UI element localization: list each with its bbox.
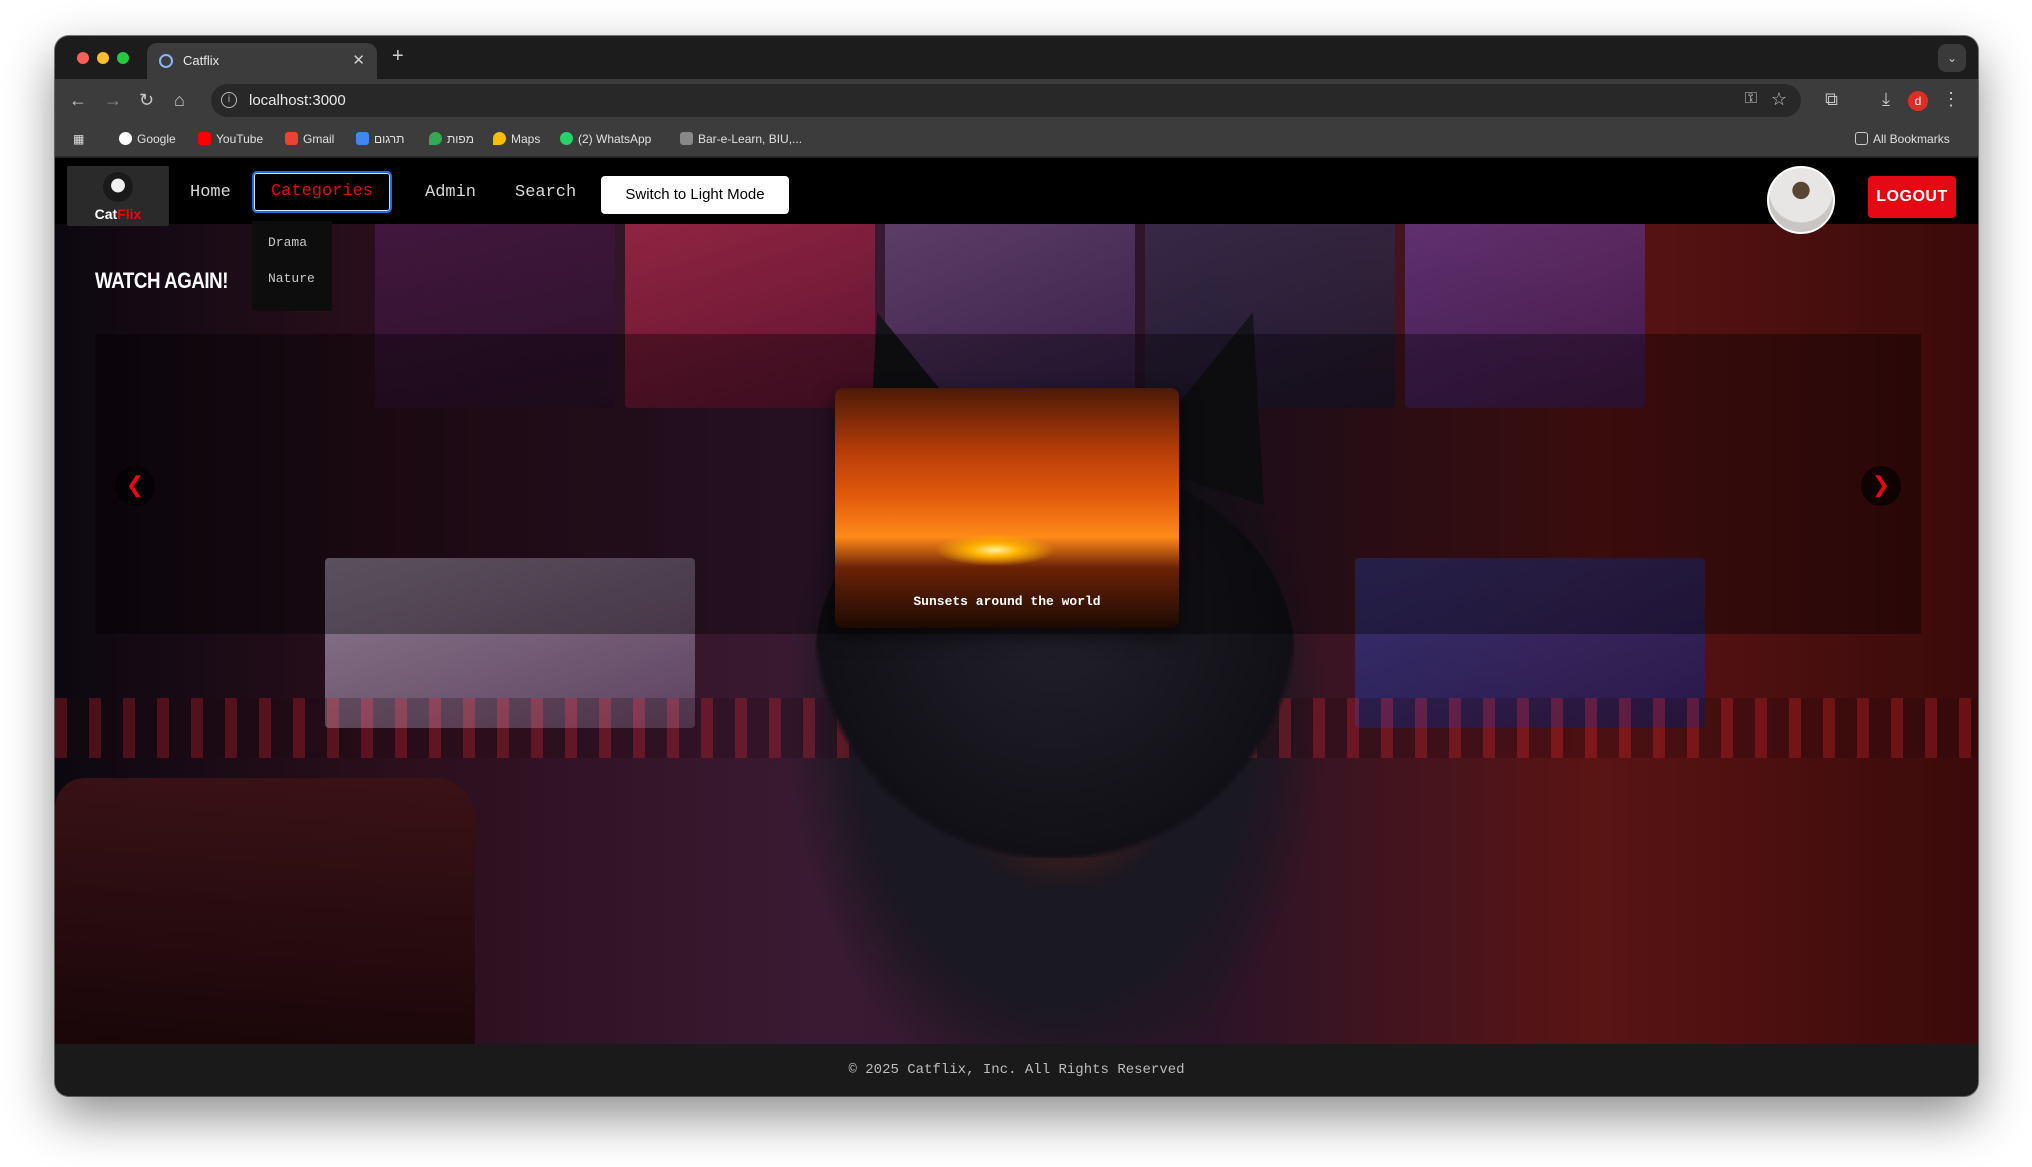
catflix-page: CatFlix Home Categories Admin Search Swi… <box>55 158 1978 1096</box>
cat-logo-icon <box>103 172 133 202</box>
url-text: localhost:3000 <box>249 92 346 109</box>
categories-dropdown: Drama Nature <box>252 221 332 311</box>
bookmarks-bar: ▦ Google YouTube Gmail תרגום מפות Maps (… <box>55 122 1978 157</box>
new-tab-icon[interactable]: + <box>392 45 404 68</box>
browser-toolbar: ← → ↻ ⌂ i localhost:3000 ⚿ ☆ ⧉ ⤓ d ⋮ <box>55 79 1978 122</box>
tab-title: Catflix <box>183 53 220 68</box>
section-title: WATCH AGAIN! <box>95 268 229 293</box>
bookmark-whatsapp[interactable]: (2) WhatsApp <box>560 132 651 146</box>
site-info-icon[interactable]: i <box>221 92 237 108</box>
maps-pin-icon <box>493 132 506 145</box>
home-icon[interactable]: ⌂ <box>174 90 185 111</box>
user-avatar[interactable] <box>1767 166 1835 234</box>
whatsapp-icon <box>560 132 573 145</box>
folder-icon <box>1855 132 1868 145</box>
nav-categories[interactable]: Categories <box>252 171 392 213</box>
nav-admin[interactable]: Admin <box>425 183 476 202</box>
browser-tab[interactable]: Catflix ✕ <box>147 43 377 79</box>
tab-search-icon[interactable]: ⌄ <box>1938 44 1966 72</box>
menu-dots-icon[interactable]: ⋮ <box>1942 89 1960 110</box>
maps-pin-icon <box>429 132 442 145</box>
background-sofa <box>55 778 475 1044</box>
movie-card[interactable]: Sunsets around the world <box>835 388 1179 628</box>
password-key-icon[interactable]: ⚿ <box>1745 90 1757 108</box>
bookmark-maps[interactable]: Maps <box>493 132 540 146</box>
gmail-icon <box>285 132 298 145</box>
youtube-icon <box>198 132 211 145</box>
nav-search[interactable]: Search <box>515 183 576 202</box>
bookmark-star-icon[interactable]: ☆ <box>1771 89 1787 110</box>
close-icon[interactable]: ✕ <box>352 51 365 69</box>
catflix-logo[interactable]: CatFlix <box>67 166 169 226</box>
bookmark-gmail[interactable]: Gmail <box>285 132 334 146</box>
bookmark-maps-he[interactable]: מפות <box>429 132 474 146</box>
tab-strip: Catflix ✕ + ⌄ <box>55 36 1978 79</box>
bookmark-bar-e-learn[interactable]: Bar-e-Learn, BIU,... <box>680 132 802 146</box>
apps-grid-icon[interactable]: ▦ <box>73 132 84 146</box>
logo-text: CatFlix <box>94 206 142 222</box>
profile-avatar[interactable]: d <box>1908 91 1928 111</box>
dropdown-item-nature[interactable]: Nature <box>268 271 315 286</box>
carousel-next-button[interactable]: ❯ <box>1861 466 1901 506</box>
minimize-window-button[interactable] <box>97 52 109 64</box>
movie-thumbnail <box>835 388 1179 628</box>
maximize-window-button[interactable] <box>117 52 129 64</box>
theme-toggle-button[interactable]: Switch to Light Mode <box>601 176 789 214</box>
reload-icon[interactable]: ↻ <box>139 90 154 111</box>
back-icon[interactable]: ← <box>69 90 87 111</box>
movie-title: Sunsets around the world <box>913 594 1101 609</box>
browser-window: Catflix ✕ + ⌄ ← → ↻ ⌂ i localhost:3000 ⚿… <box>55 36 1978 1096</box>
logout-button[interactable]: LOGOUT <box>1868 176 1956 218</box>
site-footer: © 2025 Catflix, Inc. All Rights Reserved <box>55 1044 1978 1096</box>
forward-icon[interactable]: → <box>104 90 122 111</box>
site-navbar: CatFlix Home Categories Admin Search Swi… <box>55 158 1978 234</box>
bookmark-google[interactable]: Google <box>119 132 176 146</box>
download-icon[interactable]: ⤓ <box>1882 89 1890 110</box>
address-bar[interactable]: i localhost:3000 ⚿ ☆ <box>211 84 1801 117</box>
all-bookmarks[interactable]: All Bookmarks <box>1855 132 1950 146</box>
close-window-button[interactable] <box>77 52 89 64</box>
elearn-icon <box>680 132 693 145</box>
carousel-prev-button[interactable]: ❮ <box>115 466 155 506</box>
nav-home[interactable]: Home <box>190 183 231 202</box>
extensions-icon[interactable]: ⧉ <box>1825 89 1838 110</box>
bookmark-youtube[interactable]: YouTube <box>198 132 263 146</box>
bookmark-translate[interactable]: תרגום <box>356 132 404 146</box>
dropdown-item-drama[interactable]: Drama <box>268 235 307 250</box>
google-icon <box>119 132 132 145</box>
react-icon <box>159 54 173 68</box>
translate-icon <box>356 132 369 145</box>
